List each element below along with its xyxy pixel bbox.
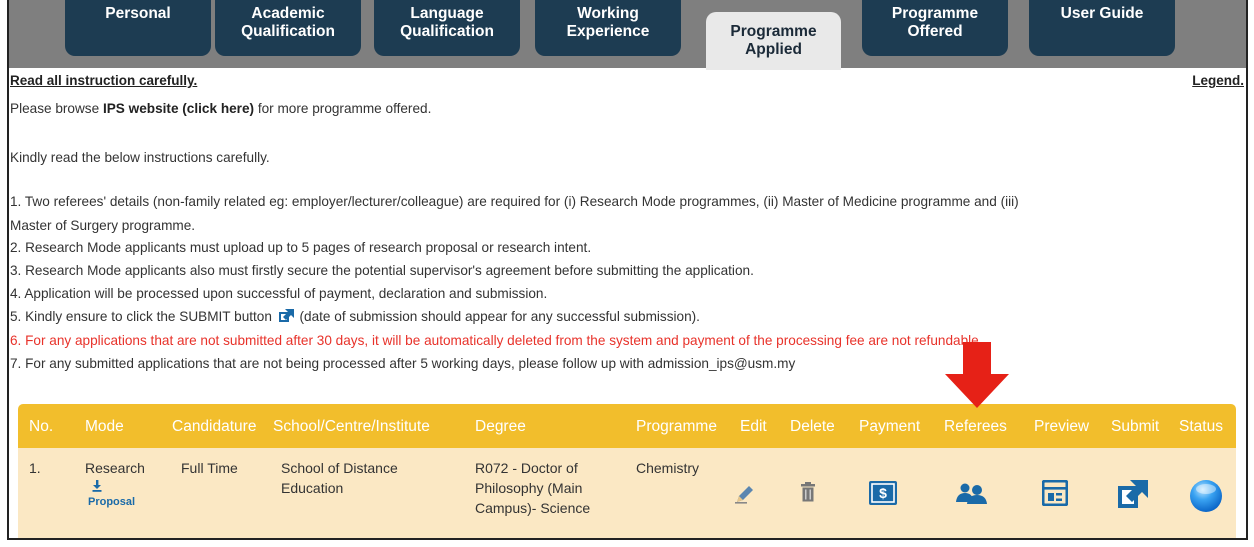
header-mode: Mode — [85, 418, 124, 435]
header-school: School/Centre/Institute — [273, 418, 430, 435]
browse-text: Please browse IPS website (click here) f… — [10, 101, 431, 116]
submit-button[interactable] — [1118, 480, 1148, 513]
header-programme: Programme — [636, 418, 717, 435]
header-no: No. — [29, 418, 54, 435]
header-payment: Payment — [859, 418, 921, 435]
instruction-1: 1. Two referees' details (non-family rel… — [10, 194, 1019, 209]
external-link-icon — [1118, 480, 1148, 508]
degree-line: Campus)- Science — [475, 500, 591, 516]
payment-icon-label: $ — [879, 485, 887, 501]
instruction-6-warning: 6. For any applications that are not sub… — [10, 333, 983, 348]
browse-post: for more programme offered. — [254, 101, 432, 116]
instruction-5-post: (date of submission should appear for an… — [299, 309, 700, 324]
header-status: Status — [1179, 418, 1223, 435]
payment-icon: $ — [869, 481, 897, 505]
table-row: 1. Research Proposal Full Time School of… — [18, 448, 1236, 538]
degree-line: R072 - Doctor of — [475, 460, 578, 476]
trash-icon — [801, 482, 815, 502]
instruction-7: 7. For any submitted applications that a… — [10, 356, 796, 371]
header-edit: Edit — [740, 418, 767, 435]
pencil-icon — [735, 486, 753, 504]
instruction-5: 5. Kindly ensure to click the SUBMIT but… — [10, 309, 700, 324]
header-degree: Degree — [475, 418, 526, 435]
cell-degree: R072 - Doctor of Philosophy (Main Campus… — [475, 458, 590, 518]
table-header: No. Mode Candidature School/Centre/Insti… — [18, 404, 1236, 448]
red-down-arrow — [945, 342, 1009, 408]
preview-icon — [1041, 479, 1069, 507]
external-link-icon — [278, 309, 294, 322]
mode-text: Research — [85, 460, 145, 476]
main-content: Read all instruction carefully. Legend. … — [9, 68, 1246, 538]
browse-pre: Please browse — [10, 101, 103, 116]
legend-link[interactable]: Legend. — [1192, 73, 1244, 88]
instruction-2: 2. Research Mode applicants must upload … — [10, 240, 592, 255]
instruction-1-cont: Master of Surgery programme. — [10, 218, 196, 233]
referees-button[interactable] — [955, 482, 987, 509]
cell-no: 1. — [29, 460, 41, 476]
cell-mode: Research — [85, 458, 145, 478]
instruction-5-pre: 5. Kindly ensure to click the SUBMIT but… — [10, 309, 272, 324]
header-candidature: Candidature — [172, 418, 257, 435]
download-icon — [92, 480, 102, 492]
degree-line: Philosophy (Main — [475, 480, 583, 496]
proposal-link[interactable]: Proposal — [88, 496, 135, 508]
programme-table: No. Mode Candidature School/Centre/Insti… — [18, 404, 1236, 538]
cell-programme: Chemistry — [636, 460, 700, 476]
header-delete: Delete — [790, 418, 835, 435]
cell-candidature: Full Time — [181, 460, 238, 476]
read-instruction-link[interactable]: Read all instruction carefully. — [10, 73, 197, 88]
instruction-4: 4. Application will be processed upon su… — [10, 286, 548, 301]
instruction-3: 3. Research Mode applicants also must fi… — [10, 263, 754, 278]
kindly-text: Kindly read the below instructions caref… — [10, 150, 270, 165]
people-icon — [956, 483, 987, 504]
header-referees: Referees — [944, 418, 1007, 435]
status-indicator[interactable] — [1189, 479, 1223, 518]
payment-button[interactable]: $ — [869, 481, 897, 510]
ips-website-link[interactable]: IPS website (click here) — [103, 101, 254, 116]
school-line: School of Distance — [281, 460, 398, 476]
header-preview: Preview — [1034, 418, 1090, 435]
status-circle-icon — [1190, 480, 1222, 512]
cell-school: School of Distance Education — [281, 458, 398, 498]
header-submit: Submit — [1111, 418, 1160, 435]
school-line: Education — [281, 480, 344, 496]
edit-button[interactable] — [733, 484, 755, 509]
proposal-download[interactable] — [91, 479, 103, 497]
preview-button[interactable] — [1041, 479, 1069, 511]
delete-button[interactable] — [800, 482, 816, 507]
